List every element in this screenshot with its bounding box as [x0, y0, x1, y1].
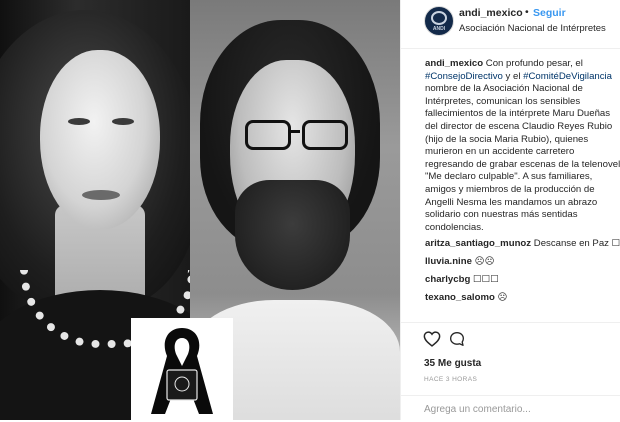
header-separator: • [525, 6, 529, 18]
caption-line: "Me declaro culpable". A sus familiares, [425, 171, 593, 183]
avatar[interactable]: ANDI [424, 6, 454, 36]
hashtag-link[interactable]: #ConsejoDirectivo [425, 71, 503, 82]
comment-item: charlycbg ☐☐☐ [425, 274, 499, 286]
caption-line: #ConsejoDirectivo y el #ComitéDeVigilanc… [425, 71, 620, 84]
caption-line: amigos y miembros de la producción de [425, 183, 595, 195]
caption-line: andi_mexico Con profundo pesar, el [425, 58, 620, 71]
post-actions: 35 Me gusta HACE 3 HORAS [401, 322, 620, 421]
caption-line: regresando de grabar escenas de la telen… [425, 158, 620, 170]
speech-bubble-icon[interactable] [449, 331, 465, 347]
caption-line: del director de escena Claudio Reyes Rub… [425, 120, 613, 132]
comment-text: ☹ [494, 292, 508, 303]
andi-logo-icon [431, 11, 447, 25]
post-timestamp: HACE 3 HORAS [424, 376, 478, 383]
woman-right-eye [112, 118, 134, 125]
follow-button[interactable]: Seguir [533, 7, 566, 19]
comment-item: lluvia.nine ☹☹ [425, 256, 495, 268]
caption-username[interactable]: andi_mexico [425, 58, 483, 69]
woman-left-eye [68, 118, 90, 125]
add-comment-bar [401, 395, 620, 422]
comment-username[interactable]: lluvia.nine [425, 256, 472, 267]
glasses-bridge [288, 130, 300, 133]
caption-line: condolencias. [425, 221, 484, 233]
woman-lips [82, 190, 120, 200]
caption-text: Con profundo pesar, el [483, 58, 583, 69]
post-header: ANDI andi_mexico • Seguir Asociación Nac… [401, 0, 620, 49]
caption-line: fallecimientos de la intérprete Maru Due… [425, 108, 611, 120]
likes-count[interactable]: 35 Me gusta [424, 358, 481, 369]
add-comment-input[interactable] [424, 401, 604, 417]
comment-text: ☐☐☐ [470, 274, 499, 285]
man-beard [235, 180, 350, 290]
post-sidebar: ANDI andi_mexico • Seguir Asociación Nac… [400, 0, 620, 420]
comment-username[interactable]: aritza_santiago_munoz [425, 238, 531, 249]
caption-line: Angelli Nesma les mandamos un abrazo [425, 196, 598, 208]
caption-line: Intérpretes, comunican los sensibles [425, 95, 581, 107]
caption-line: solidario con nuestras más sentidas [425, 209, 578, 221]
hashtag-link[interactable]: #ComitéDeVigilancia [523, 71, 612, 82]
caption-line: (hijo de la socia Maria Rubio), quienes [425, 133, 589, 145]
glasses-right-lens [302, 120, 348, 150]
glasses-left-lens [245, 120, 291, 150]
header-subtitle: Asociación Nacional de Intérpretes [459, 23, 606, 34]
comment-text: ☹☹ [471, 256, 495, 267]
comment-text: Descanse en Paz ☐☐ [531, 238, 620, 249]
caption-line: murieron en un accidente carretero [425, 146, 575, 158]
caption-text: y el [502, 70, 524, 82]
comment-username[interactable]: texano_salomo [425, 292, 495, 303]
heart-outline-icon[interactable] [423, 331, 441, 347]
caption-line: nombre de la Asociación Nacional de [425, 83, 583, 95]
woman-face [40, 50, 160, 230]
comment-item: texano_salomo ☹ [425, 292, 508, 304]
post-caption: andi_mexico Con profundo pesar, el #Cons… [425, 58, 620, 234]
mourning-ribbon-badge: ANDI [131, 318, 233, 420]
comment-username[interactable]: charlycbg [425, 274, 470, 285]
avatar-abbr: ANDI [432, 26, 446, 32]
header-username[interactable]: andi_mexico [459, 7, 523, 19]
comment-item: aritza_santiago_munoz Descanse en Paz ☐☐ [425, 238, 620, 250]
ribbon-andi-label: ANDI [169, 402, 195, 412]
post-image[interactable]: ANDI [0, 0, 400, 420]
